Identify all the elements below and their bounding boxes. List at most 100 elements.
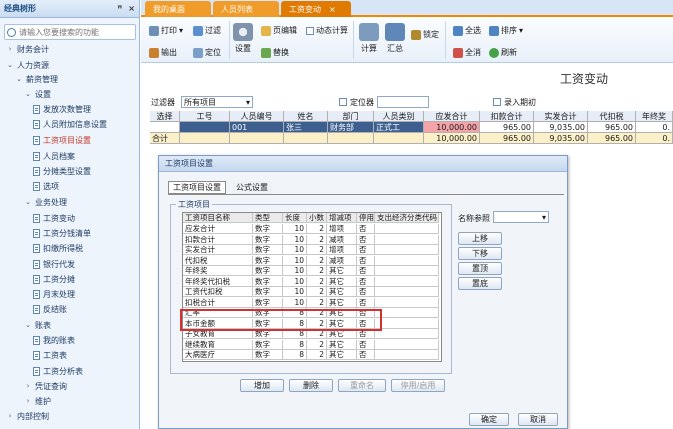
item-row[interactable]: 应发合计 数字 10 2 增项否 <box>183 224 439 234</box>
item-cell[interactable]: 数字 <box>253 350 283 360</box>
item-cell[interactable]: 应发合计 <box>183 224 253 234</box>
settings-button[interactable]: 设置 <box>233 23 253 54</box>
grid-cell[interactable]: 9,035.00 <box>534 122 588 133</box>
item-cell[interactable]: 10 <box>283 234 307 245</box>
table-row[interactable]: 001 张三 财务部 正式工 10,000.00 965.00 9,035.00 965.00… <box>150 122 673 133</box>
tree-item[interactable]: 人员档案 <box>33 149 75 163</box>
refresh-button[interactable]: 刷新 <box>489 47 517 58</box>
tab-my-desktop[interactable]: 我的桌面 <box>145 1 211 17</box>
move-up-button[interactable]: 上移 <box>458 232 502 245</box>
expand-icon[interactable]: ⌄ <box>15 75 23 83</box>
item-cell[interactable]: 增项 <box>327 224 357 234</box>
grid-cell[interactable] <box>328 133 374 144</box>
item-cell[interactable]: 继续教育 <box>183 339 253 350</box>
tree-item[interactable]: 人员附加信息设置 <box>33 117 107 131</box>
item-cell[interactable]: 否 <box>357 266 375 276</box>
item-cell[interactable]: 实发合计 <box>183 245 253 255</box>
item-cell[interactable]: 否 <box>357 234 375 245</box>
item-cell[interactable]: 数字 <box>253 224 283 234</box>
expand-icon[interactable]: ⌄ <box>6 61 14 69</box>
item-cell[interactable]: 数字 <box>253 287 283 297</box>
tab-staff-list[interactable]: 人员列表 <box>213 1 279 17</box>
deselect-all-button[interactable]: 全消 <box>453 47 481 58</box>
cancel-button[interactable]: 取消 <box>518 413 558 426</box>
item-cell[interactable]: 10 <box>283 276 307 287</box>
auto-calc-checkbox[interactable]: 动态计算 <box>306 25 348 36</box>
item-cell[interactable]: 2 <box>307 266 327 276</box>
item-cell[interactable]: 减项 <box>327 234 357 245</box>
item-cell[interactable]: 其它 <box>327 276 357 287</box>
grid-cell[interactable]: 965.00 <box>480 133 534 144</box>
item-cell[interactable] <box>375 318 439 329</box>
item-row[interactable]: 扣税合计 数字 10 2 其它否 <box>183 297 439 308</box>
grid-cell[interactable]: 财务部 <box>328 122 374 133</box>
item-cell[interactable]: 扣款合计 <box>183 234 253 245</box>
item-cell[interactable]: 数字 <box>253 339 283 350</box>
tree-item[interactable]: 工资变动 <box>33 211 75 225</box>
tab-salary-change[interactable]: 工资变动 × <box>281 1 351 17</box>
tree-item[interactable]: 发放次数管理 <box>33 102 91 116</box>
function-search-box[interactable] <box>4 24 136 40</box>
expand-icon[interactable]: › <box>24 397 32 405</box>
item-cell[interactable]: 2 <box>307 245 327 255</box>
item-cell[interactable]: 代扣税 <box>183 255 253 266</box>
grid-cell[interactable]: 张三 <box>284 122 328 133</box>
item-cell[interactable] <box>375 266 439 276</box>
column-header[interactable]: 应发合计 <box>424 111 480 122</box>
item-cell[interactable]: 年终奖 <box>183 266 253 276</box>
column-header[interactable]: 人员类别 <box>374 111 424 122</box>
item-cell[interactable]: 2 <box>307 339 327 350</box>
page-edit-button[interactable]: 页编辑 <box>261 25 297 36</box>
item-cell[interactable]: 否 <box>357 245 375 255</box>
filter-select[interactable]: 所有项目 ▾ <box>181 96 253 108</box>
column-header[interactable]: 实发合计 <box>534 111 588 122</box>
column-header[interactable]: 代扣税 <box>588 111 636 122</box>
column-header[interactable]: 部门 <box>328 111 374 122</box>
grid-cell[interactable] <box>180 122 230 133</box>
grid-cell[interactable]: 965.00 <box>480 122 534 133</box>
tree-item[interactable]: ⌄ 人力资源 <box>6 58 49 72</box>
close-icon[interactable]: × <box>329 5 336 14</box>
grid-cell[interactable] <box>374 133 424 144</box>
item-cell[interactable]: 大病医疗 <box>183 350 253 360</box>
to-bottom-button[interactable]: 置底 <box>458 277 502 290</box>
column-header[interactable]: 年终奖 <box>636 111 673 122</box>
replace-button[interactable]: 替换 <box>261 47 289 58</box>
summary-button[interactable]: 汇总 <box>385 23 405 54</box>
add-button[interactable]: 增加 <box>240 379 284 392</box>
item-row[interactable]: 年终奖 数字 10 2 其它否 <box>183 266 439 276</box>
column-header[interactable]: 选择 <box>150 111 180 122</box>
item-cell[interactable]: 2 <box>307 234 327 245</box>
item-cell[interactable]: 扣税合计 <box>183 297 253 308</box>
item-cell[interactable]: 其它 <box>327 297 357 308</box>
grid-cell[interactable]: 10,000.00 <box>424 122 480 133</box>
grid-cell[interactable]: 正式工 <box>374 122 424 133</box>
item-cell[interactable]: 2 <box>307 255 327 266</box>
item-cell[interactable]: 否 <box>357 224 375 234</box>
locator-checkbox[interactable] <box>339 98 347 106</box>
tree-item[interactable]: 月末处理 <box>33 287 75 301</box>
lock-button[interactable]: 锁定 <box>411 29 439 40</box>
tree-item[interactable]: › 凭证查询 <box>24 379 67 393</box>
tree-item[interactable]: 工资分钱清单 <box>33 226 91 240</box>
tab-formula-settings[interactable]: 公式设置 <box>232 181 272 194</box>
item-cell[interactable]: 10 <box>283 266 307 276</box>
expand-icon[interactable]: ⌄ <box>24 198 32 206</box>
item-cell[interactable]: 增项 <box>327 245 357 255</box>
filter-button[interactable]: 过滤 <box>193 25 221 36</box>
grid-cell[interactable]: 9,035.00 <box>534 133 588 144</box>
name-ref-select[interactable]: ▾ <box>493 211 549 223</box>
item-cell[interactable] <box>375 350 439 360</box>
item-row[interactable]: 年终奖代扣税 数字 10 2 其它否 <box>183 276 439 287</box>
item-cell[interactable]: 8 <box>283 339 307 350</box>
column-header[interactable]: 姓名 <box>284 111 328 122</box>
item-row[interactable]: 实发合计 数字 10 2 增项否 <box>183 245 439 255</box>
tab-item-settings[interactable]: 工资项目设置 <box>168 181 226 194</box>
tree-item[interactable]: ⌄ 设置 <box>24 87 51 101</box>
item-cell[interactable]: 数字 <box>253 245 283 255</box>
item-cell[interactable]: 其它 <box>327 339 357 350</box>
print-button[interactable]: 打印 ▾ <box>149 25 183 36</box>
grid-cell[interactable] <box>230 133 284 144</box>
item-cell[interactable]: 其它 <box>327 350 357 360</box>
tree-item[interactable]: 银行代发 <box>33 257 75 271</box>
